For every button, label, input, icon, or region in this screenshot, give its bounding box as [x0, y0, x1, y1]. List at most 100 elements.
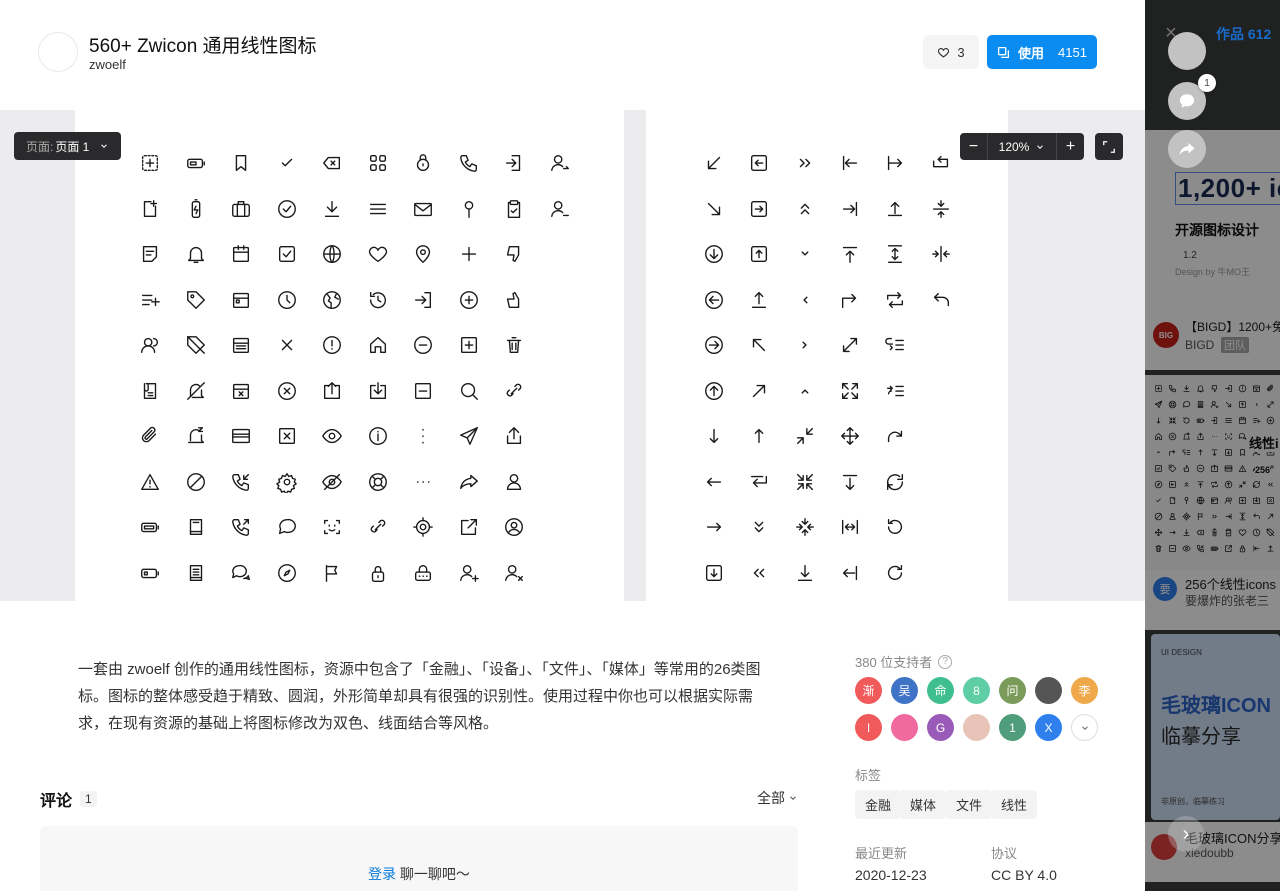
comments-heading: 评论 1: [40, 787, 97, 811]
page: 560+ Zwicon 通用线性图标 zwoelf 3 使用 4151 页面: …: [0, 0, 1280, 891]
supporter-avatar[interactable]: 李: [1071, 677, 1098, 704]
arr-right-bar-icon: [838, 197, 862, 221]
tag-item[interactable]: 线性: [991, 790, 1038, 819]
related-item[interactable]: UI DESIGN 毛玻璃ICON 临摹分享 非原创，临摹练习: [1151, 634, 1280, 820]
chev-r-icon: [793, 333, 817, 357]
expand-v-icon: [1237, 511, 1247, 521]
turn-right-icon: [838, 288, 862, 312]
supporter-avatar[interactable]: [963, 714, 990, 741]
arr-bar-left-icon: [1251, 543, 1261, 553]
author-avatar-button[interactable]: [1168, 32, 1206, 70]
related-item-header[interactable]: BIG 【BIGD】1200+免 BIGD 团队: [1145, 310, 1280, 370]
supporter-avatar[interactable]: 问: [999, 677, 1026, 704]
author-avatar[interactable]: [38, 32, 78, 72]
next-arrow-button[interactable]: ›: [1168, 816, 1204, 852]
arr-left-icon: [702, 470, 726, 494]
download-icon: [1181, 383, 1191, 393]
page-selector-value: 页面 1: [55, 139, 90, 154]
bell-icon: [184, 242, 208, 266]
supporters-count: 380 位支持者: [855, 655, 933, 670]
supporters-label: 380 位支持者 ?: [855, 652, 953, 671]
page-selector[interactable]: 页面: 页面 1: [14, 132, 122, 160]
preview-canvas[interactable]: 页面: 页面 1 − 120% +: [0, 110, 1145, 601]
arr-top-icon: [838, 242, 862, 266]
cal-x-icon: [229, 379, 253, 403]
phone-out-icon: [229, 515, 253, 539]
pin-icon: [1181, 495, 1191, 505]
related-item[interactable]: 线性i 256: [1145, 375, 1280, 570]
alert-circle-icon: [1237, 383, 1247, 393]
related-works-list: 作品 612 1,200+ ic 开源图标设计 1.2 Design by 牛M…: [1145, 0, 1280, 891]
supporter-avatar[interactable]: G: [927, 714, 954, 741]
arr-down-box-icon: [1223, 447, 1233, 457]
tag-item[interactable]: 文件: [946, 790, 993, 819]
supporter-avatar[interactable]: 1: [999, 714, 1026, 741]
arr-up-icon: [1195, 447, 1205, 457]
tag-item[interactable]: 媒体: [900, 790, 947, 819]
doc-plus-icon: [1167, 495, 1177, 505]
like-button[interactable]: 3: [923, 35, 979, 69]
calendar2-icon: [229, 288, 253, 312]
comment-button[interactable]: 1: [1168, 74, 1216, 120]
license-value[interactable]: CC BY 4.0: [991, 867, 1057, 883]
share-button[interactable]: [1168, 130, 1206, 168]
login-link[interactable]: 登录: [368, 866, 396, 882]
comments-filter[interactable]: 全部: [757, 788, 798, 808]
use-button[interactable]: 使用 4151: [987, 35, 1097, 69]
comment-count-badge: 1: [1198, 74, 1216, 92]
plus-icon: [457, 242, 481, 266]
related-works-panel: 作品 612 1,200+ ic 开源图标设计 1.2 Design by 牛M…: [1145, 0, 1280, 891]
user-circle-icon: [502, 515, 526, 539]
x-icon: [275, 333, 299, 357]
grid-icon: [366, 151, 390, 175]
loop-icon: [929, 151, 953, 175]
supporters-expand-button[interactable]: [1071, 714, 1098, 741]
author-name[interactable]: zwoelf: [89, 57, 126, 72]
supporter-avatar[interactable]: [1035, 677, 1062, 704]
related-item-preview-subtitle: 临摹分享: [1161, 726, 1241, 748]
book-icon: [184, 515, 208, 539]
supporter-avatar[interactable]: 吴: [891, 677, 918, 704]
chats-icon: [1237, 431, 1247, 441]
collapse-v-icon: [929, 197, 953, 221]
compass-icon: [275, 561, 299, 585]
supporter-avatar[interactable]: I: [855, 714, 882, 741]
related-item-header[interactable]: 要 256个线性icons 要爆炸的张老三: [1145, 570, 1280, 630]
eye-icon: [1181, 543, 1191, 553]
warning-icon: [138, 470, 162, 494]
supporter-avatar[interactable]: [891, 714, 918, 741]
related-item-header[interactable]: 毛玻璃ICON分享 xiedoubb: [1145, 822, 1280, 882]
bookmark-icon: [229, 151, 253, 175]
zoom-level-select[interactable]: 120%: [987, 133, 1057, 160]
works-count[interactable]: 作品 612: [1216, 24, 1271, 44]
forward-icon: [457, 470, 481, 494]
fullscreen-button[interactable]: [1095, 133, 1123, 160]
battery-v-icon: [1209, 527, 1219, 537]
question-icon[interactable]: ?: [938, 654, 953, 669]
supporter-avatar[interactable]: X: [1035, 714, 1062, 741]
supporter-avatar[interactable]: 渐: [855, 677, 882, 704]
arr-bottom-icon: [838, 470, 862, 494]
arr-up-bar-icon: [883, 197, 907, 221]
chev-d-icon: [1153, 447, 1163, 457]
related-item-preview-title: 毛玻璃ICON: [1161, 695, 1271, 717]
arr-top-icon: [1195, 479, 1205, 489]
share-up-icon: [502, 424, 526, 448]
related-item[interactable]: 1,200+ ic 开源图标设计 1.2 Design by 牛MO王: [1145, 130, 1280, 310]
tag-item[interactable]: 金融: [855, 790, 902, 819]
suitcase-icon: [229, 197, 253, 221]
supporter-avatar[interactable]: 命: [927, 677, 954, 704]
arr-dr-icon: [702, 197, 726, 221]
zoom-out-button[interactable]: −: [960, 133, 987, 160]
arr-down-circle-icon: [702, 242, 726, 266]
thumb-up-icon: [1181, 463, 1191, 473]
arr-ul-icon: [747, 333, 771, 357]
supporter-avatar[interactable]: 8: [963, 677, 990, 704]
rotate-ccw-icon: [1181, 415, 1191, 425]
copy-icon: [998, 46, 1010, 58]
undo-icon: [929, 288, 953, 312]
arr-left-circle-icon: [702, 288, 726, 312]
comments-filter-value: 全部: [757, 790, 785, 806]
page-title: 560+ Zwicon 通用线性图标: [89, 36, 317, 57]
zoom-in-button[interactable]: +: [1057, 133, 1084, 160]
